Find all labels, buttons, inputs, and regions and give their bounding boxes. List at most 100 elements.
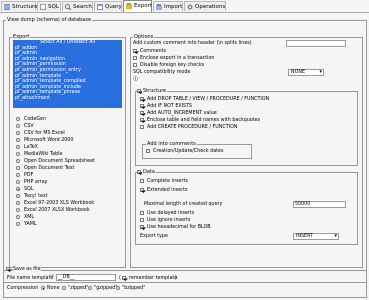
create-procedure-label: Add CREATE PROCEDURE / FUNCTION [147, 125, 238, 130]
format-radio-php-array[interactable] [16, 180, 20, 184]
format-radio-sql[interactable] [16, 187, 20, 191]
tab-operations[interactable]: Operations [184, 1, 226, 11]
operations-icon [187, 4, 193, 10]
compression-option-label: None [47, 286, 60, 291]
comments-checkbox[interactable] [133, 49, 137, 53]
foreign-key-label: Disable foreign key checks [140, 63, 205, 68]
save-as-file-label: Save as file [13, 267, 41, 272]
table-option[interactable]: pf_attachment [13, 96, 122, 102]
compression-zip-radio[interactable] [62, 286, 66, 290]
compression-bzip-radio[interactable] [116, 286, 120, 290]
extended-inserts-checkbox[interactable] [140, 188, 144, 192]
compression-option-label: "bzipped" [122, 286, 146, 291]
tab-label: Export [134, 3, 153, 9]
if-not-exists-checkbox[interactable] [140, 104, 144, 108]
comment-label: Add custom comment into header (\n split… [133, 41, 252, 46]
compat-select[interactable]: NONE [288, 69, 324, 76]
format-radio-ods[interactable] [16, 159, 20, 163]
drop-table-label: Add DROP TABLE / VIEW / PROCEDURE / FUNC… [147, 97, 270, 102]
dates-checkbox[interactable] [146, 149, 150, 153]
hex-blob-checkbox[interactable] [140, 225, 144, 229]
add-into-comments-legend: Add into comments [146, 141, 197, 147]
format-label: Texy! text [24, 194, 48, 199]
format-label: Excel 97-2003 XLS Workbook [24, 201, 95, 206]
drop-table-checkbox[interactable] [140, 97, 144, 101]
hex-blob-label: Use hexadecimal for BLOB [147, 225, 211, 230]
ignore-inserts-checkbox[interactable] [140, 218, 144, 222]
comments-label: Comments [140, 49, 167, 54]
dump-legend: View dump (schema) of database [6, 17, 93, 23]
paren-close: ) [175, 276, 177, 281]
format-radio-word[interactable] [16, 138, 20, 142]
format-radio-xlsx[interactable] [16, 208, 20, 212]
compression-option-label: "gzipped" [94, 286, 118, 291]
format-radio-pdf[interactable] [16, 173, 20, 177]
remember-template-label: remember template [129, 276, 178, 281]
format-radio-yaml[interactable] [16, 222, 20, 226]
format-radio-csv[interactable] [16, 124, 20, 128]
extended-inserts-label: Extended inserts [147, 188, 188, 193]
format-label: MediaWiki Table [24, 152, 63, 157]
format-label: CodeGen [24, 117, 46, 122]
info-icon[interactable] [133, 76, 138, 81]
tab-query[interactable]: Query [94, 1, 122, 11]
data-legend: Data [142, 169, 156, 175]
format-label: Microsoft Word 2000 [24, 138, 74, 143]
table-select-list[interactable]: Select All / Unselect All pf_addon pf_ad… [13, 40, 122, 108]
structure-legend: Structure [142, 88, 168, 94]
tab-search[interactable]: Search [62, 1, 93, 11]
tab-sql[interactable]: SQL [37, 1, 61, 11]
format-radio-mediawiki[interactable] [16, 152, 20, 156]
if-not-exists-label: Add IF NOT EXISTS [147, 104, 193, 109]
delayed-inserts-checkbox[interactable] [140, 211, 144, 215]
format-label: CSV for MS Excel [24, 131, 65, 136]
foreign-key-checkbox[interactable] [133, 63, 137, 67]
transaction-checkbox[interactable] [133, 56, 137, 60]
create-procedure-checkbox[interactable] [140, 125, 144, 129]
tab-structure[interactable]: Structure [1, 1, 38, 11]
tab-label: Import [164, 4, 183, 10]
sql-icon [40, 4, 46, 10]
compression-label: Compression [7, 286, 39, 291]
backquotes-checkbox[interactable] [140, 118, 144, 122]
tab-import[interactable]: Import [153, 1, 183, 11]
format-radio-texy[interactable] [16, 194, 20, 198]
comment-input[interactable] [286, 40, 346, 47]
auto-increment-label: Add AUTO_INCREMENT value [147, 111, 217, 116]
help-mark: ⁽¹⁾ [50, 275, 55, 280]
format-radio-odt[interactable] [16, 166, 20, 170]
max-query-input[interactable]: 50000 [293, 201, 346, 208]
format-label: PDF [24, 173, 34, 178]
save-as-file-checkbox[interactable] [6, 267, 10, 271]
format-label: YAML [24, 222, 37, 227]
transaction-label: Enclose export in a transaction [140, 56, 215, 61]
format-radio-latex[interactable] [16, 145, 20, 149]
export-type-select[interactable]: INSERT [293, 233, 339, 240]
format-radio-xml[interactable] [16, 215, 20, 219]
compression-gzip-radio[interactable] [88, 286, 92, 290]
tab-label: SQL [48, 4, 59, 10]
format-radio-csv-excel[interactable] [16, 131, 20, 135]
format-label: PHP array [24, 180, 48, 185]
format-radio-xls[interactable] [16, 201, 20, 205]
ignore-inserts-label: Use ignore inserts [147, 218, 191, 223]
format-label: XML [24, 215, 35, 220]
delayed-inserts-label: Use delayed inserts [147, 211, 195, 216]
remember-template-checkbox[interactable] [122, 276, 126, 280]
complete-inserts-checkbox[interactable] [140, 179, 144, 183]
tab-label: Structure [12, 4, 38, 10]
data-checkbox[interactable] [137, 170, 141, 174]
max-query-label: Maximal length of created query [144, 202, 223, 207]
query-icon [97, 4, 103, 10]
backquotes-label: Enclose table and field names with backq… [147, 118, 261, 123]
tab-label: Operations [195, 4, 226, 10]
tab-label: Search [73, 4, 92, 10]
import-icon [156, 4, 162, 10]
format-label: LaTeX [24, 145, 38, 150]
file-template-input[interactable]: __DB__ [56, 274, 116, 281]
auto-increment-checkbox[interactable] [140, 111, 144, 115]
compression-none-radio[interactable] [41, 286, 45, 290]
tab-export[interactable]: Export [123, 0, 152, 12]
format-radio-codegen[interactable] [16, 117, 20, 121]
structure-checkbox[interactable] [137, 89, 141, 93]
